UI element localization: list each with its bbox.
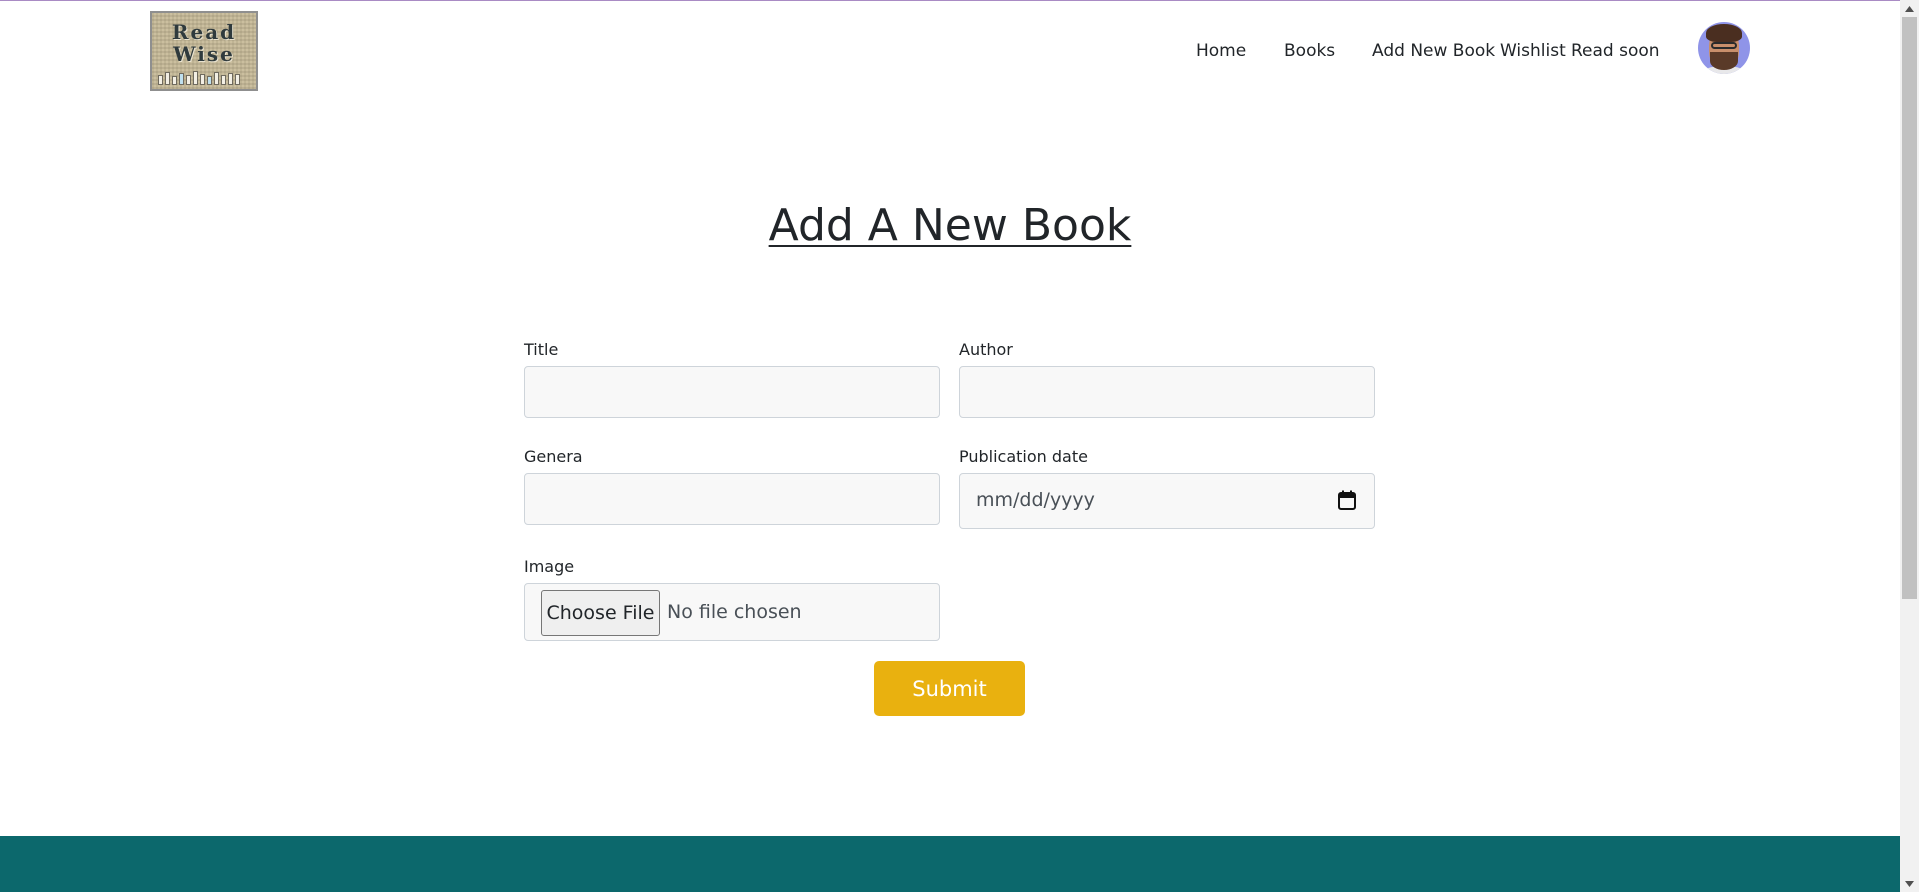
nav-link-read-soon[interactable]: Read soon <box>1571 41 1660 61</box>
scrollbar-thumb[interactable] <box>1902 17 1917 599</box>
avatar-glasses <box>1711 42 1737 49</box>
calendar-icon[interactable] <box>1338 490 1356 510</box>
image-label: Image <box>524 557 575 576</box>
main-nav: Home Books Add New Book Wishlist Read so… <box>0 41 1900 65</box>
user-avatar[interactable] <box>1698 22 1750 74</box>
scroll-down-arrow-icon[interactable] <box>1900 875 1919 892</box>
nav-link-wishlist[interactable]: Wishlist <box>1500 41 1566 61</box>
author-label: Author <box>959 340 1013 359</box>
submit-button[interactable]: Submit <box>874 661 1025 716</box>
publication-date-label: Publication date <box>959 447 1088 466</box>
author-input[interactable] <box>959 366 1375 418</box>
page-title: Add A New Book <box>768 200 1132 251</box>
image-file-input[interactable]: Choose File No file chosen <box>524 583 940 641</box>
avatar-beard <box>1710 52 1738 70</box>
nav-link-books[interactable]: Books <box>1284 41 1335 61</box>
vertical-scrollbar[interactable] <box>1900 0 1919 892</box>
scroll-up-arrow-icon[interactable] <box>1900 0 1919 17</box>
logo-text-line-1: Read <box>171 20 237 44</box>
nav-link-home[interactable]: Home <box>1196 41 1246 61</box>
page: Read Wise Home Books Add New Book Wishli… <box>0 0 1900 892</box>
publication-date-placeholder: mm/dd/yyyy <box>976 489 1095 511</box>
file-status-text: No file chosen <box>667 601 802 623</box>
logo-books-graphic <box>158 71 250 85</box>
choose-file-button[interactable]: Choose File <box>541 590 660 636</box>
footer <box>0 836 1900 892</box>
nav-link-add-new-book[interactable]: Add New Book <box>1372 41 1495 61</box>
avatar-hair <box>1706 24 1742 42</box>
genera-label: Genera <box>524 447 583 466</box>
title-input[interactable] <box>524 366 940 418</box>
top-accent-line <box>0 0 1900 1</box>
publication-date-input[interactable]: mm/dd/yyyy <box>959 473 1375 529</box>
title-label: Title <box>524 340 559 359</box>
genera-input[interactable] <box>524 473 940 525</box>
